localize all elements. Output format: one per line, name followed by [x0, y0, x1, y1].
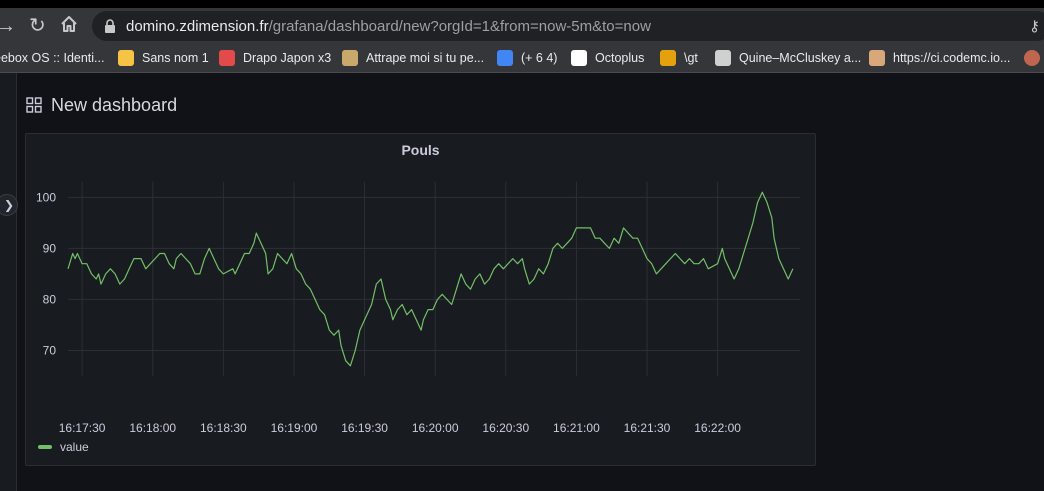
dashboard-title[interactable]: New dashboard — [51, 95, 177, 116]
bookmark-item[interactable]: Drapo Japon x3 — [219, 50, 331, 66]
x-tick-label: 16:19:00 — [271, 421, 318, 435]
bookmark-overflow-icon[interactable] — [1024, 50, 1040, 66]
wikipedia-icon — [715, 50, 731, 66]
grafana-sidebar: ❯ — [0, 73, 18, 491]
bookmark-item[interactable]: Quine–McCluskey a... — [715, 50, 861, 66]
url-path: /grafana/dashboard/new?orgId=1&from=now-… — [268, 18, 651, 35]
x-tick-label: 16:21:30 — [624, 421, 671, 435]
folder-icon — [118, 50, 134, 66]
line-chart[interactable]: 70 80 90 100 16:17:30 16:18:00 16:18:30 16:19:0… — [26, 134, 815, 465]
bookmark-item[interactable]: \gt — [660, 50, 698, 66]
x-tick-label: 16:22:00 — [694, 421, 741, 435]
chart-legend: value — [38, 440, 89, 454]
reload-icon[interactable]: ↻ — [29, 16, 46, 36]
series-line[interactable] — [67, 191, 794, 367]
bookmark-label: https://ci.codemc.io... — [893, 51, 1011, 65]
y-tick-label: 100 — [36, 190, 56, 204]
y-tick-label: 70 — [43, 343, 57, 357]
address-bar[interactable]: domino.zdimension.fr/grafana/dashboard/n… — [92, 11, 1044, 41]
bookmark-label: \gt — [684, 51, 698, 65]
calendar-icon — [497, 50, 513, 66]
home-icon[interactable] — [59, 14, 79, 38]
x-tick-label: 16:20:30 — [482, 421, 529, 435]
flag-icon — [219, 50, 235, 66]
expand-sidebar-button[interactable]: ❯ — [0, 194, 18, 216]
legend-label[interactable]: value — [60, 440, 89, 454]
graph-panel[interactable]: Pouls 70 80 90 100 16:17:30 16:18:00 16:18:30 1… — [25, 133, 816, 466]
github-icon — [571, 50, 587, 66]
bookmark-item[interactable]: Attrape moi si tu pe... — [342, 50, 484, 66]
bookmark-label: Attrape moi si tu pe... — [366, 51, 485, 65]
bookmark-image-icon — [342, 50, 358, 66]
bookmark-label: eebox OS :: Identi... — [0, 51, 105, 65]
bookmark-item[interactable]: https://ci.codemc.io... — [869, 50, 1010, 66]
x-tick-label: 16:18:00 — [129, 421, 176, 435]
chevron-right-icon: ❯ — [3, 198, 15, 212]
x-tick-label: 16:18:30 — [200, 421, 247, 435]
x-tick-label: 16:19:30 — [341, 421, 388, 435]
y-tick-label: 90 — [43, 241, 57, 255]
dashboard-grid-icon — [26, 97, 42, 113]
plex-icon — [660, 50, 676, 66]
bookmarks-bar: eebox OS :: Identi... Sans nom 1 Drapo Jap… — [0, 44, 1044, 73]
url-host: domino.zdimension.fr — [126, 18, 269, 35]
x-tick-label: 16:20:00 — [412, 421, 459, 435]
bookmark-item[interactable]: Sans nom 1 — [118, 50, 209, 66]
key-icon[interactable]: ⚷ — [1029, 17, 1040, 35]
bookmark-item[interactable]: (+ 6 4) — [497, 50, 557, 66]
bookmark-item[interactable]: eebox OS :: Identi... — [0, 50, 104, 66]
bookmark-label: (+ 6 4) — [521, 51, 558, 65]
y-tick-label: 80 — [43, 292, 57, 306]
bookmark-label: Sans nom 1 — [142, 51, 209, 65]
url-text[interactable]: domino.zdimension.fr/grafana/dashboard/n… — [126, 18, 651, 35]
forward-icon[interactable]: → — [0, 16, 16, 36]
bookmark-label: Quine–McCluskey a... — [739, 51, 862, 65]
lock-icon — [104, 19, 116, 38]
legend-swatch — [38, 445, 52, 449]
x-tick-label: 16:21:00 — [553, 421, 600, 435]
x-tick-label: 16:17:30 — [59, 421, 106, 435]
window-top-band — [0, 0, 1044, 8]
bookmark-item[interactable]: Octoplus — [571, 50, 644, 66]
bookmark-label: Octoplus — [595, 51, 645, 65]
bookmark-label: Drapo Japon x3 — [243, 51, 332, 65]
browser-toolbar: → ↻ domino.zdimension.fr/grafana/dashboa… — [0, 8, 1044, 44]
jenkins-icon — [869, 50, 885, 66]
